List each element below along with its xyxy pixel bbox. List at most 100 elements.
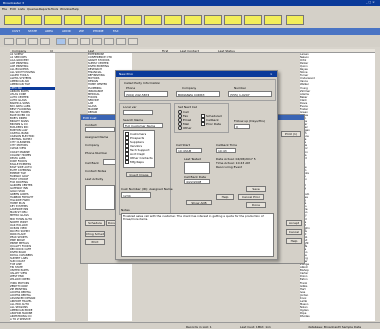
tab-addr[interactable]: ADDR <box>62 29 71 33</box>
menu-item-lists[interactable]: Lists <box>18 7 25 11</box>
comment-area[interactable] <box>85 185 115 210</box>
toolbar-icon-6[interactable] <box>68 38 78 45</box>
radio-icon[interactable] <box>178 126 182 130</box>
insert-image-button[interactable]: Insert Image <box>126 172 152 177</box>
toolbar-button-10[interactable] <box>184 15 202 25</box>
toolbar-button-9[interactable] <box>164 15 182 25</box>
dialog-close-icon[interactable]: × <box>270 72 273 76</box>
status-bar: Records in List: 1 Last Cust: 1Mkt: 1x1 … <box>0 322 380 329</box>
menu-item-file[interactable]: File <box>2 7 7 11</box>
last-tested-field[interactable] <box>184 162 210 174</box>
notes-textarea[interactable]: Finalized sales call with the customer. … <box>121 213 274 257</box>
menu-item-reports[interactable]: Reports <box>39 7 51 11</box>
tab-zip[interactable]: ZIP <box>79 29 84 33</box>
prior-date-checkbox[interactable]: Prior Date <box>201 122 221 126</box>
menu-item-queries[interactable]: Queries <box>27 7 39 11</box>
toolbar-button-1[interactable] <box>4 15 22 25</box>
toolbar-button-11[interactable] <box>204 15 222 25</box>
tab-fax[interactable]: FAX <box>113 29 119 33</box>
column-header-first[interactable]: First <box>162 49 168 53</box>
toolbar-icon-3[interactable] <box>28 38 38 45</box>
cancel-prior-button[interactable]: Cancel Prior <box>238 194 264 200</box>
cust-number-field[interactable]: 1234 <box>121 192 151 198</box>
dialog-title-bar[interactable]: New Prior × <box>116 71 277 77</box>
toolbar-button-3[interactable] <box>44 15 62 25</box>
print-right-button[interactable]: Print (1) <box>281 131 301 137</box>
show-acb-button[interactable]: Show ACB <box>186 200 212 205</box>
toolbar-button-6[interactable] <box>104 15 122 25</box>
status-records: Records in List: 1 <box>186 324 212 329</box>
checkbox-icon[interactable] <box>201 122 205 126</box>
phone-label: Phone <box>126 86 136 90</box>
local-var-label: Local var <box>123 105 137 109</box>
search-name-label: Search Name <box>123 118 144 122</box>
check-sched-button[interactable]: Chng Sched # <box>85 231 105 237</box>
cancel-button[interactable]: Cancel <box>286 229 302 235</box>
callback-time-field[interactable]: 10:43 <box>216 148 236 153</box>
toolbar-button-5[interactable] <box>84 15 102 25</box>
menu-item-tools[interactable]: Tools <box>51 7 58 11</box>
follow-up-label: Follow up (Days/Hrs) <box>234 119 266 123</box>
contact-list[interactable]: Larsen Nelson Ortiz Parker Quinn Reyes Stone Tu… <box>300 53 375 321</box>
list-item[interactable]: Rhodes <box>300 315 375 318</box>
toolbar-button-7[interactable] <box>124 15 142 25</box>
toolbar-button-12[interactable] <box>224 15 242 25</box>
menu-item-edit[interactable]: Edit <box>10 7 16 11</box>
toolbar-button-4[interactable] <box>64 15 82 25</box>
tab-phone[interactable]: PHONE <box>93 29 104 33</box>
toolbar-icon-4[interactable] <box>40 38 50 45</box>
follow-up-field[interactable]: 0 <box>234 124 250 129</box>
category-list[interactable]: Customers Prospects Suppliers Vendors Te… <box>123 130 155 168</box>
filter-tab-bar: CUST STATE AREA ADDR ZIP PHONE FAX <box>0 28 380 35</box>
search-name-field[interactable]: Full Customer Name <box>123 123 163 128</box>
toolbar-icon-9[interactable] <box>104 38 114 45</box>
schedule-button[interactable]: Schedule <box>85 220 105 226</box>
toolbar-icon-2[interactable] <box>16 38 26 45</box>
column-header-last-status[interactable]: Last Status <box>218 49 235 53</box>
called-party-label: Called Party Information <box>124 81 161 85</box>
company-field[interactable]: BONANZA CONST. <box>176 91 220 97</box>
dialog-title: New Prior <box>119 72 134 76</box>
toolbar-button-2[interactable] <box>24 15 42 25</box>
toolbar-icon-8[interactable] <box>92 38 102 45</box>
toolbar-icon-11[interactable] <box>128 38 138 45</box>
toolbar-icon-10[interactable] <box>116 38 126 45</box>
number-field[interactable]: (555) 1-0207 <box>228 91 272 97</box>
dialog-done-button[interactable]: Done <box>246 202 266 208</box>
menu-item-window[interactable]: Window <box>60 7 72 11</box>
edit-cust-title: Edit Cust <box>83 115 97 120</box>
window-controls-icon[interactable]: _ □ × <box>366 0 375 4</box>
toolbar-button-15[interactable] <box>286 15 304 25</box>
call-start-field[interactable]: 10:43AM <box>176 148 202 153</box>
call-back-date-field[interactable]: 4/22/2008 <box>184 179 210 184</box>
column-header-last-contact[interactable]: Last Contact <box>180 49 199 53</box>
toolbar-icon-1[interactable] <box>4 38 14 45</box>
last-tested-label: Last Tested <box>184 157 201 161</box>
menu-item-help[interactable]: Help <box>72 7 79 11</box>
phone-field[interactable]: (504) 242-5874 <box>124 91 168 97</box>
print-button[interactable]: Print <box>85 239 105 245</box>
category-item[interactable]: Mfg Reps <box>125 160 144 164</box>
tab-state[interactable]: STATE <box>28 29 37 33</box>
checkbox-icon[interactable] <box>125 160 129 164</box>
assigned-name-field[interactable] <box>85 127 115 132</box>
dialog-help-button[interactable]: Help <box>216 194 234 200</box>
local-var-field[interactable] <box>123 110 153 115</box>
status-database: database: Broadcast3 Sample Data <box>308 324 362 329</box>
customer-list[interactable]: A1 SUPPLY A1 SERVICES AAA GROCERY ACE PRINT… <box>10 53 55 321</box>
toolbar-button-8[interactable] <box>144 15 162 25</box>
help-button[interactable]: Help <box>286 238 302 244</box>
tab-area[interactable]: AREA <box>45 29 53 33</box>
label-last-activity: Last Activity <box>85 177 104 181</box>
toolbar-icon-7[interactable] <box>80 38 90 45</box>
app-title: Broadcaster 3 <box>3 1 24 5</box>
save-button[interactable]: Save <box>246 186 266 192</box>
accept-button[interactable]: Accept <box>286 220 302 226</box>
toolbar-button-13[interactable] <box>244 15 262 25</box>
label-phone-number: Phone Number <box>85 151 108 155</box>
toolbar-icon-5[interactable] <box>56 38 66 45</box>
main-toolbar <box>0 11 380 28</box>
toolbar-button-14[interactable] <box>264 15 282 25</box>
tab-cust[interactable]: CUST <box>12 29 20 33</box>
next-call-option-other[interactable]: Other <box>178 126 192 130</box>
